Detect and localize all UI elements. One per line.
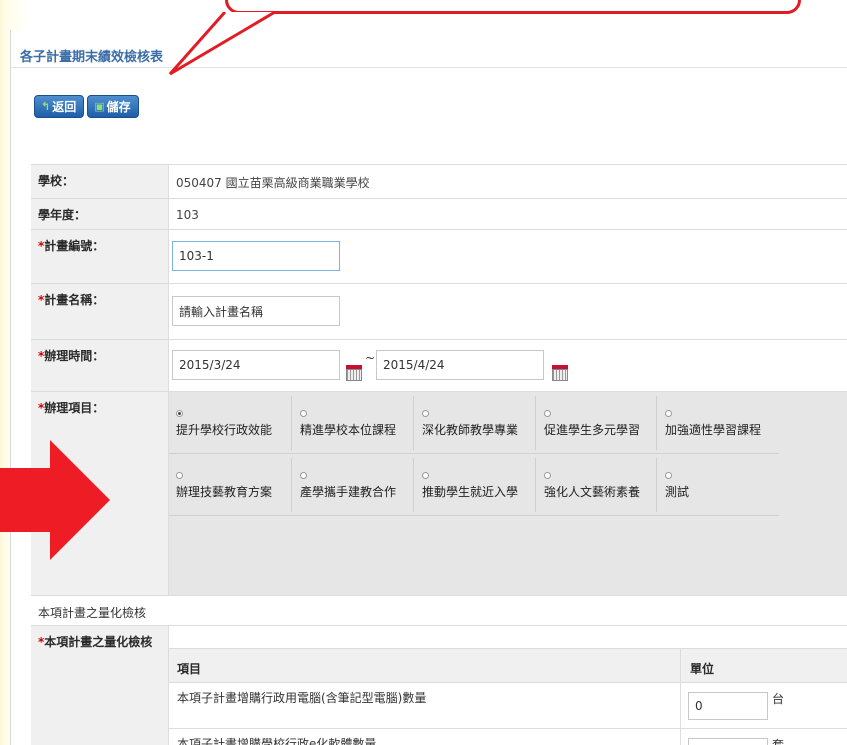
plan-no-label-text: 計畫編號： — [44, 239, 105, 253]
item-option-label: 精進學校本位課程 — [300, 423, 397, 437]
plan-name-input[interactable] — [172, 296, 340, 326]
red-arrow-icon — [0, 440, 110, 560]
table-row: 本項子計畫增購學校行政e化軟體數量 套 — [169, 729, 847, 745]
toolbar: ↰ 返回 ▣ 儲存 — [34, 95, 139, 118]
quantity-input[interactable] — [688, 692, 768, 720]
item-option-label: 強化人文藝術素養 — [544, 485, 641, 499]
year-value: 103 — [176, 208, 199, 222]
period-label-text: 辦理時間： — [44, 349, 105, 363]
quant-table-header: 項目 單位 — [169, 648, 847, 684]
item-option-radio[interactable] — [665, 410, 672, 417]
plan-name-row: *計畫名稱： — [31, 283, 847, 339]
item-option-label: 測試 — [665, 485, 690, 499]
callout-pointer — [168, 12, 276, 76]
item-option-label: 辦理技藝教育方案 — [176, 485, 273, 499]
page-title: 各子計畫期末績效檢核表 — [11, 30, 847, 68]
item-option-label: 提升學校行政效能 — [176, 423, 273, 437]
calendar-icon[interactable] — [346, 365, 362, 381]
item-option-label: 加強適性學習課程 — [665, 423, 762, 437]
callout-box — [225, 0, 801, 14]
save-icon: ▣ — [94, 100, 105, 113]
item-option-label: 推動學生就近入學 — [422, 485, 519, 499]
school-row: 學校： 050407 國立苗栗高級商業職業學校 — [31, 164, 847, 198]
start-date-input[interactable] — [172, 350, 340, 380]
back-button[interactable]: ↰ 返回 — [34, 95, 85, 118]
quant-label-text: 本項計畫之量化檢核 — [44, 635, 153, 649]
item-option-radio[interactable] — [544, 410, 551, 417]
plan-no-input[interactable] — [172, 241, 340, 271]
plan-name-label: *計畫名稱： — [31, 284, 169, 339]
table-row: 本項子計畫增購行政用電腦(含筆記型電腦)數量 台 — [169, 683, 847, 729]
quantity-input[interactable] — [688, 738, 768, 745]
period-row: *辦理時間： ~ — [31, 339, 847, 391]
plan-no-label: *計畫編號： — [31, 230, 169, 283]
back-arrow-icon: ↰ — [41, 100, 51, 113]
end-date-input[interactable] — [376, 350, 544, 380]
item-option-radio[interactable] — [176, 410, 183, 417]
item-option-radio[interactable] — [544, 472, 551, 479]
date-separator: ~ — [365, 351, 376, 365]
items-options: 提升學校行政效能 精進學校本位課程 深化教師教學專業 促進學生多元學習 加強適性學習課程… — [169, 392, 847, 595]
item-option-radio[interactable] — [300, 410, 307, 417]
save-button[interactable]: ▣ 儲存 — [87, 95, 139, 118]
item-option-radio[interactable] — [422, 410, 429, 417]
items-row: *辦理項目： 提升學校行政效能 精進學校本位課程 深化教師教學專業 促進學生多元學習加… — [31, 391, 847, 595]
plan-name-label-text: 計畫名稱： — [44, 293, 105, 307]
item-option-radio[interactable] — [665, 472, 672, 479]
header-item: 項目 — [177, 662, 202, 676]
item-option-radio[interactable] — [176, 472, 183, 479]
item-option-radio[interactable] — [422, 472, 429, 479]
item-option-label: 產學攜手建教合作 — [300, 485, 397, 499]
save-button-label: 儲存 — [106, 100, 131, 114]
plan-no-row: *計畫編號： — [31, 229, 847, 283]
row-unit: 台 — [772, 692, 785, 706]
school-label: 學校： — [31, 165, 169, 198]
header-unit: 單位 — [690, 662, 715, 676]
back-button-label: 返回 — [52, 100, 77, 114]
form-panel: 各子計畫期末績效檢核表 ↰ 返回 ▣ 儲存 學校： 050407 國立苗栗高級商… — [10, 30, 847, 745]
calendar-icon[interactable] — [552, 365, 568, 381]
school-value: 050407 國立苗栗高級商業職業學校 — [176, 176, 370, 190]
quant-label: *本項計畫之量化檢核 — [31, 626, 169, 745]
item-option-label: 深化教師教學專業 — [422, 423, 519, 437]
row-item: 本項子計畫增購學校行政e化軟體數量 — [177, 737, 377, 745]
period-label: *辦理時間： — [31, 340, 169, 391]
quant-section-title: 本項計畫之量化檢核 — [31, 595, 847, 625]
item-option-label: 促進學生多元學習 — [544, 423, 641, 437]
item-option-radio[interactable] — [300, 472, 307, 479]
year-label: 學年度： — [31, 199, 169, 229]
row-unit: 套 — [772, 738, 785, 745]
items-label-text: 辦理項目： — [44, 401, 105, 415]
year-row: 學年度： 103 — [31, 198, 847, 229]
row-item: 本項子計畫增購行政用電腦(含筆記型電腦)數量 — [177, 691, 427, 705]
